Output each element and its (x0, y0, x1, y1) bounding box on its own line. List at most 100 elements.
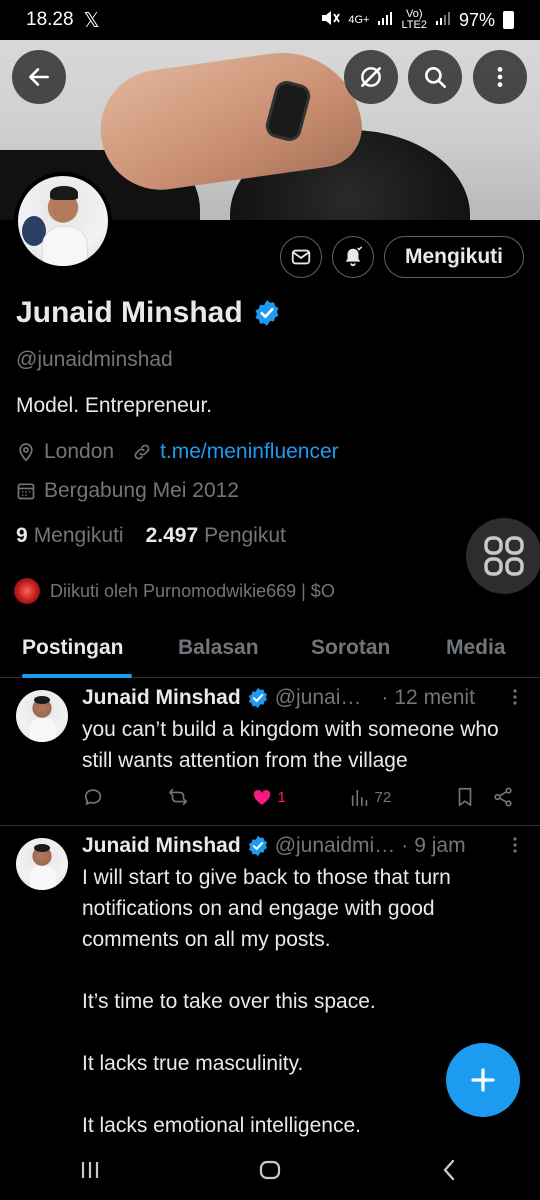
system-nav-bar (0, 1140, 540, 1200)
display-name: Junaid Minshad (16, 296, 243, 329)
signal-2-icon (435, 10, 451, 31)
follower-avatar (14, 578, 40, 604)
more-vertical-icon (497, 67, 503, 87)
followed-by-row[interactable]: Diikuti oleh Purnomodwikie669 | $O (14, 578, 335, 604)
profile-action-row: Mengikuti (280, 236, 524, 278)
following-button[interactable]: Mengikuti (384, 236, 524, 278)
back-button[interactable] (12, 50, 66, 104)
profile-name-row: Junaid Minshad (16, 296, 281, 330)
like-count: 1 (277, 788, 286, 806)
following-count: 9 (16, 524, 28, 547)
post-actions: 1 72 (82, 786, 514, 808)
recent-apps-icon[interactable] (76, 1156, 104, 1184)
views-icon (351, 789, 367, 807)
lte2-text: LTE2 (401, 19, 427, 31)
grok-button[interactable] (344, 50, 398, 104)
post-more-button[interactable] (512, 688, 518, 712)
mute-icon (320, 9, 341, 32)
followed-by-text: Diikuti oleh Purnomodwikie669 | $O (50, 580, 335, 601)
volte-label: Vo) LTE2 (401, 9, 426, 31)
like-button[interactable]: 1 (251, 786, 286, 808)
post-time: 12 menit (394, 686, 475, 709)
mail-icon (291, 249, 311, 265)
avatar-torso (42, 226, 88, 266)
post-author-handle: @junai… (274, 686, 362, 709)
notifications-button[interactable] (332, 236, 374, 278)
views-button[interactable]: 72 (349, 786, 392, 808)
calendar-icon (17, 483, 35, 500)
reply-icon (84, 789, 102, 806)
verified-icon (248, 835, 267, 857)
following-count-link[interactable]: 9 Mengikuti (16, 524, 124, 548)
post-avatar-hair (34, 844, 50, 852)
tab-posts[interactable]: Postingan (22, 636, 124, 660)
post-separator: · (401, 834, 409, 857)
tab-replies[interactable]: Balasan (178, 636, 259, 660)
more-vertical-icon (513, 837, 517, 853)
status-bar: 18.28 𝕏 4G+ Vo) LTE2 97% (0, 0, 540, 40)
views-count: 72 (374, 788, 392, 806)
post-avatar[interactable] (16, 690, 68, 742)
avatar-hair (50, 186, 78, 200)
back-arrow-icon (29, 68, 49, 86)
post-separator: · (381, 686, 389, 709)
share-icon[interactable] (492, 786, 514, 808)
verified-icon[interactable] (253, 299, 281, 327)
more-vertical-icon (513, 689, 517, 705)
plus-icon (471, 1068, 495, 1092)
profile-avatar[interactable] (14, 172, 112, 270)
location-icon (19, 443, 33, 462)
search-icon (425, 67, 447, 89)
profile-joined: Bergabung Mei 2012 (44, 479, 239, 502)
bell-icon (345, 246, 363, 267)
followers-count-link[interactable]: 2.497 Pengikut (146, 524, 286, 548)
home-icon[interactable] (256, 1156, 284, 1184)
battery-percent: 97% (458, 9, 495, 30)
post-avatar[interactable] (16, 838, 68, 890)
retweet-icon (168, 788, 187, 806)
compose-button[interactable] (446, 1043, 520, 1117)
bookmark-icon[interactable] (454, 786, 476, 808)
profile-location: London (44, 440, 115, 463)
post-avatar-torso (30, 718, 56, 742)
signal-icon (377, 10, 393, 31)
verified-icon (248, 687, 267, 709)
joined-row: Bergabung Mei 2012 (16, 479, 239, 503)
heart-icon (254, 790, 271, 805)
post-author-handle: @junaidmi… (274, 834, 396, 857)
x-logo-icon: 𝕏 (83, 9, 100, 32)
post-header: Junaid Minshad @junai… · 12 menit (82, 686, 475, 710)
message-button[interactable] (280, 236, 322, 278)
bookmark-share-group (454, 786, 514, 808)
grid-icon (484, 536, 524, 576)
network-4g-label: 4G+ (348, 13, 370, 26)
profile-handle: @junaidminshad (16, 348, 173, 371)
profile-website-link[interactable]: t.me/meninfluencer (160, 440, 339, 464)
post-avatar-hair (34, 696, 50, 704)
search-button[interactable] (408, 50, 462, 104)
post-text: you can’t build a kingdom with someone w… (82, 718, 499, 772)
post-more-button[interactable] (512, 836, 518, 860)
link-icon (134, 444, 150, 460)
follow-counts: 9 Mengikuti 2.497 Pengikut (16, 524, 286, 548)
grok-icon (361, 67, 381, 87)
location-website-row: London t.me/meninfluencer (16, 440, 339, 464)
profile-bio: Model. Entrepreneur. (16, 394, 213, 417)
post-item[interactable]: Junaid Minshad @junai… · 12 menit you ca… (0, 678, 540, 826)
followers-label: Pengikut (204, 524, 286, 547)
following-label: Mengikuti (33, 524, 124, 547)
post-time: 9 jam (414, 834, 466, 857)
tab-highlights[interactable]: Sorotan (311, 636, 390, 660)
followers-count: 2.497 (145, 524, 199, 547)
repost-button[interactable] (167, 786, 189, 808)
post-author-name: Junaid Minshad (82, 834, 241, 857)
status-time: 18.28 (26, 9, 74, 30)
more-options-button[interactable] (473, 50, 527, 104)
reply-button[interactable] (82, 786, 104, 808)
post-avatar-torso (30, 866, 56, 890)
grid-overlay-button[interactable] (466, 518, 540, 594)
tab-media[interactable]: Media (446, 636, 506, 660)
back-icon[interactable] (436, 1156, 464, 1184)
battery-icon (503, 11, 514, 29)
profile-tabs: Postingan Balasan Sorotan Media (0, 622, 540, 678)
